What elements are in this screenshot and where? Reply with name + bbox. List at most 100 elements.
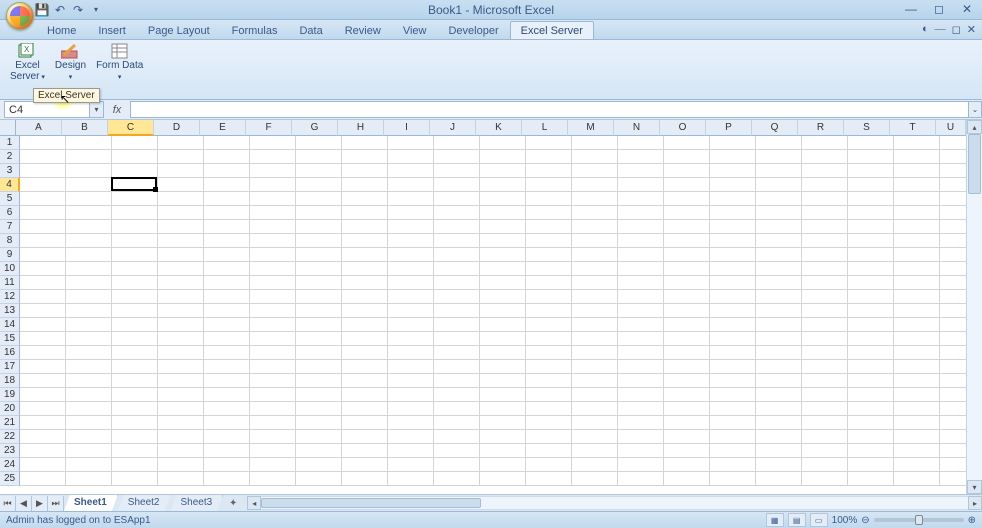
cell[interactable] bbox=[250, 360, 296, 374]
cell[interactable] bbox=[572, 220, 618, 234]
cell[interactable] bbox=[710, 416, 756, 430]
cell[interactable] bbox=[296, 430, 342, 444]
cell[interactable] bbox=[618, 402, 664, 416]
cell[interactable] bbox=[848, 458, 894, 472]
cell[interactable] bbox=[296, 234, 342, 248]
cell[interactable] bbox=[756, 206, 802, 220]
zoom-slider-knob[interactable] bbox=[915, 515, 923, 525]
cell[interactable] bbox=[342, 304, 388, 318]
cell[interactable] bbox=[526, 388, 572, 402]
cell[interactable] bbox=[66, 220, 112, 234]
cell[interactable] bbox=[664, 178, 710, 192]
cell[interactable] bbox=[940, 430, 966, 444]
cell[interactable] bbox=[894, 402, 940, 416]
tab-view[interactable]: View bbox=[392, 21, 438, 39]
cell[interactable] bbox=[342, 332, 388, 346]
cell[interactable] bbox=[296, 290, 342, 304]
cell[interactable] bbox=[756, 346, 802, 360]
save-icon[interactable]: 💾 bbox=[34, 2, 50, 18]
cell[interactable] bbox=[342, 402, 388, 416]
cell[interactable] bbox=[618, 416, 664, 430]
cell[interactable] bbox=[618, 360, 664, 374]
cell[interactable] bbox=[20, 206, 66, 220]
cell[interactable] bbox=[250, 248, 296, 262]
cell[interactable] bbox=[250, 136, 296, 150]
cell[interactable] bbox=[434, 318, 480, 332]
cell[interactable] bbox=[802, 416, 848, 430]
cell[interactable] bbox=[572, 416, 618, 430]
row-header-13[interactable]: 13 bbox=[0, 304, 20, 318]
cell[interactable] bbox=[296, 360, 342, 374]
cell[interactable] bbox=[618, 430, 664, 444]
tab-data[interactable]: Data bbox=[288, 21, 333, 39]
row-header-19[interactable]: 19 bbox=[0, 388, 20, 402]
cell[interactable] bbox=[342, 430, 388, 444]
cell[interactable] bbox=[112, 416, 158, 430]
hscroll-track[interactable] bbox=[261, 496, 968, 510]
cell[interactable] bbox=[112, 150, 158, 164]
cell[interactable] bbox=[664, 220, 710, 234]
ribbon-close-icon[interactable]: ✕ bbox=[967, 23, 976, 36]
cell[interactable] bbox=[664, 304, 710, 318]
column-header-I[interactable]: I bbox=[384, 120, 430, 136]
cell[interactable] bbox=[480, 444, 526, 458]
cell[interactable] bbox=[710, 164, 756, 178]
cell[interactable] bbox=[342, 248, 388, 262]
cell[interactable] bbox=[342, 416, 388, 430]
cell[interactable] bbox=[710, 360, 756, 374]
cell[interactable] bbox=[388, 234, 434, 248]
cell[interactable] bbox=[480, 458, 526, 472]
cell[interactable] bbox=[66, 444, 112, 458]
cell[interactable] bbox=[526, 304, 572, 318]
cell[interactable] bbox=[894, 346, 940, 360]
cell[interactable] bbox=[894, 262, 940, 276]
cell[interactable] bbox=[204, 304, 250, 318]
cell[interactable] bbox=[388, 192, 434, 206]
cell[interactable] bbox=[526, 206, 572, 220]
row-header-18[interactable]: 18 bbox=[0, 374, 20, 388]
cell[interactable] bbox=[894, 192, 940, 206]
cell[interactable] bbox=[618, 374, 664, 388]
cell[interactable] bbox=[66, 388, 112, 402]
cell[interactable] bbox=[756, 290, 802, 304]
cell[interactable] bbox=[710, 178, 756, 192]
column-header-R[interactable]: R bbox=[798, 120, 844, 136]
tab-excel-server[interactable]: Excel Server bbox=[510, 21, 594, 39]
cell[interactable] bbox=[802, 136, 848, 150]
cell[interactable] bbox=[204, 374, 250, 388]
cell[interactable] bbox=[526, 220, 572, 234]
cell[interactable] bbox=[526, 150, 572, 164]
row-header-20[interactable]: 20 bbox=[0, 402, 20, 416]
cell[interactable] bbox=[388, 150, 434, 164]
cell[interactable] bbox=[572, 164, 618, 178]
cell[interactable] bbox=[112, 276, 158, 290]
row-header-17[interactable]: 17 bbox=[0, 360, 20, 374]
cell[interactable] bbox=[112, 262, 158, 276]
page-layout-view-icon[interactable]: ▤ bbox=[788, 513, 806, 527]
cell[interactable] bbox=[802, 472, 848, 486]
cell[interactable] bbox=[664, 164, 710, 178]
cell[interactable] bbox=[664, 416, 710, 430]
cell[interactable] bbox=[342, 388, 388, 402]
cell[interactable] bbox=[848, 206, 894, 220]
cell[interactable] bbox=[664, 248, 710, 262]
cell[interactable] bbox=[66, 234, 112, 248]
cell[interactable] bbox=[940, 374, 966, 388]
cell[interactable] bbox=[66, 416, 112, 430]
cell[interactable] bbox=[618, 220, 664, 234]
cell[interactable] bbox=[710, 276, 756, 290]
cell[interactable] bbox=[296, 248, 342, 262]
cell[interactable] bbox=[342, 150, 388, 164]
cell[interactable] bbox=[204, 276, 250, 290]
vertical-scrollbar[interactable]: ▴ ▾ bbox=[966, 120, 982, 494]
cell[interactable] bbox=[66, 374, 112, 388]
cell[interactable] bbox=[940, 388, 966, 402]
cell[interactable] bbox=[112, 192, 158, 206]
cell[interactable] bbox=[802, 402, 848, 416]
cell[interactable] bbox=[526, 136, 572, 150]
cell[interactable] bbox=[664, 234, 710, 248]
column-header-C[interactable]: C bbox=[108, 120, 154, 136]
cell[interactable] bbox=[572, 304, 618, 318]
cell[interactable] bbox=[434, 220, 480, 234]
cell[interactable] bbox=[434, 248, 480, 262]
